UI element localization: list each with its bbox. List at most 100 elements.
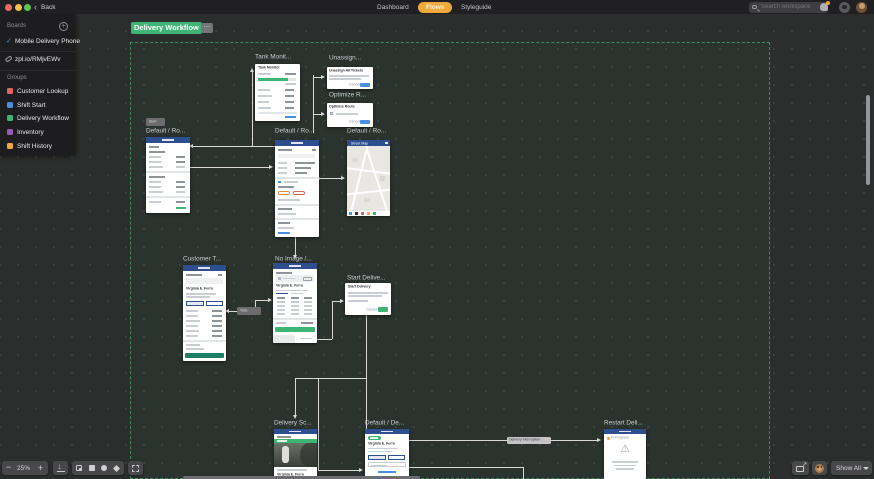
skeleton-bar (212, 325, 222, 327)
screen-thumbnail-street-map[interactable]: Street Map (347, 140, 390, 216)
skeleton-bar (300, 337, 312, 339)
sidebar-item-group[interactable]: Customer Lookup (17, 88, 68, 95)
group-more-button[interactable]: ⋯ (201, 23, 213, 33)
sidebar-item-group[interactable]: Delivery Workflow (17, 115, 69, 122)
shape-square-outline-button[interactable] (76, 465, 82, 471)
workspace-search[interactable] (749, 2, 828, 13)
user-avatar[interactable] (856, 1, 867, 13)
sidebar-item-group[interactable]: Inventory (17, 129, 44, 136)
window-close-button[interactable] (5, 3, 12, 11)
search-input[interactable] (761, 2, 825, 12)
groups-header: Groups (7, 75, 27, 81)
skeleton-bar (176, 181, 185, 183)
notifications-bell-icon[interactable] (820, 1, 830, 11)
screen-thumbnail-delivery-photo[interactable]: Virginia E. Ferro (274, 429, 317, 479)
screen-label[interactable]: Tank Monit... (255, 53, 291, 60)
screen-label[interactable]: Start Delive... (347, 274, 385, 281)
skeleton-bar (212, 330, 222, 332)
reactions-button[interactable] (812, 461, 827, 475)
screen-label[interactable]: Unassign... (329, 54, 361, 61)
screen-thumbnail-route-detail[interactable] (275, 140, 319, 237)
tab-styleguide[interactable]: Styleguide (461, 4, 491, 11)
skeleton-bar (278, 186, 294, 188)
primary-button (360, 119, 370, 124)
skeleton-bar (186, 335, 198, 337)
screen-label[interactable]: Delivery Sc... (274, 419, 312, 426)
add-board-button[interactable]: + (59, 22, 68, 31)
screen-label[interactable]: Optimize R... (329, 91, 366, 98)
screen-thumbnail-delivery-complete[interactable]: Virginia E. Ferro (365, 429, 409, 479)
back-button[interactable]: Back (41, 4, 55, 11)
skeleton-bar (329, 75, 369, 77)
screen-label[interactable]: Default / Ro... (347, 127, 386, 134)
tab-dashboard[interactable]: Dashboard (377, 4, 409, 11)
snapshot-export-button[interactable]: ↗ (792, 461, 809, 475)
search-icon (752, 4, 757, 9)
skeleton-bar (149, 146, 159, 148)
screen-label[interactable]: Default / De... (365, 419, 404, 426)
tab-flows[interactable]: Flows (418, 1, 453, 13)
screen-thumbnail-tank-monitor[interactable]: Tank Monitor (255, 64, 300, 121)
skeleton-bar (295, 162, 315, 164)
divider (273, 318, 317, 320)
sidebar-item-board[interactable]: Mobile Delivery Phone (15, 38, 80, 45)
window-zoom-button[interactable] (24, 3, 31, 11)
sidebar-item-group[interactable]: Shift Start (17, 102, 46, 109)
zoom-level[interactable]: 25% (17, 465, 30, 472)
connector-line (317, 339, 332, 340)
zoom-in-button[interactable]: + (38, 463, 43, 473)
group-title-badge[interactable]: Delivery Workflow (131, 22, 202, 34)
divider (275, 218, 319, 220)
skeleton-bar (312, 149, 316, 151)
completed-chip (368, 436, 381, 440)
monkey-emoji-icon (815, 463, 824, 473)
connector-line (318, 178, 341, 179)
sidebar-item-group[interactable]: Shift History (17, 143, 52, 150)
marquee-select-button[interactable] (128, 461, 143, 475)
connector-line (295, 378, 296, 415)
shape-diamond-button[interactable] (112, 464, 120, 472)
flow-tag-start[interactable]: Start (146, 118, 165, 126)
zoom-out-button[interactable]: − (6, 462, 11, 472)
help-icon[interactable] (839, 1, 850, 13)
export-board-button[interactable]: ↓ (53, 461, 68, 475)
map-view (347, 146, 390, 211)
vertical-scrollbar[interactable] (866, 95, 870, 185)
screen-thumbnail-route-list[interactable] (146, 137, 190, 213)
screen-thumbnail-unassign-dialog[interactable]: Unassign All Tickets Cancel (327, 67, 373, 89)
skeleton-bar (278, 162, 287, 164)
skeleton-bar (149, 181, 161, 183)
screen-label[interactable]: Restart Deli... (604, 419, 643, 426)
skeleton-bar (291, 301, 299, 303)
screen-thumbnail-restart-delivery[interactable]: In Progress ⚠ (604, 429, 646, 479)
chevron-down-icon (863, 466, 869, 470)
flow-canvas[interactable]: Delivery Workflow ⋯ Start Tabs Delivery … (0, 14, 874, 479)
skeleton-bar (612, 461, 638, 463)
skeleton-bar (278, 172, 287, 174)
skeleton-bar (278, 199, 300, 201)
arrowhead-icon (268, 297, 272, 302)
screen-thumbnail-customer-tabs[interactable]: Virginia E. Ferro (183, 265, 226, 361)
delivery-photo-image (274, 442, 317, 467)
primary-button (275, 327, 315, 332)
flow-tag-delivery-interruption[interactable]: Delivery Interruption (507, 436, 551, 444)
screen-label[interactable]: No Image /... (275, 255, 312, 262)
horizontal-scrollbar[interactable] (183, 475, 420, 479)
window-minimize-button[interactable] (14, 3, 22, 11)
shape-square-button[interactable] (89, 465, 95, 471)
screen-thumbnail-start-delivery-dialog[interactable]: Start Delivery Cancel (345, 283, 391, 315)
show-all-dropdown[interactable]: Show All (831, 461, 872, 475)
screen-thumbnail-optimize-dialog[interactable]: Optimize Route Cancel (327, 103, 373, 127)
screen-label[interactable]: Customer T... (183, 255, 221, 262)
skeleton-bar (276, 322, 286, 324)
skeleton-bar (304, 305, 312, 307)
screen-label[interactable]: Default / Ro... (275, 127, 314, 134)
flow-tag-tabs[interactable]: Tabs (237, 307, 261, 315)
primary-button (360, 82, 370, 87)
screen-thumbnail-no-image[interactable]: Virginia E. Ferro (273, 263, 317, 343)
shape-circle-button[interactable] (101, 465, 107, 471)
link-bar (285, 116, 296, 118)
skeleton-bar (186, 296, 210, 298)
screen-label[interactable]: Default / Ro... (146, 127, 185, 134)
sidebar-item-share-link[interactable]: zpl.io/RMjvEWv (15, 56, 61, 63)
